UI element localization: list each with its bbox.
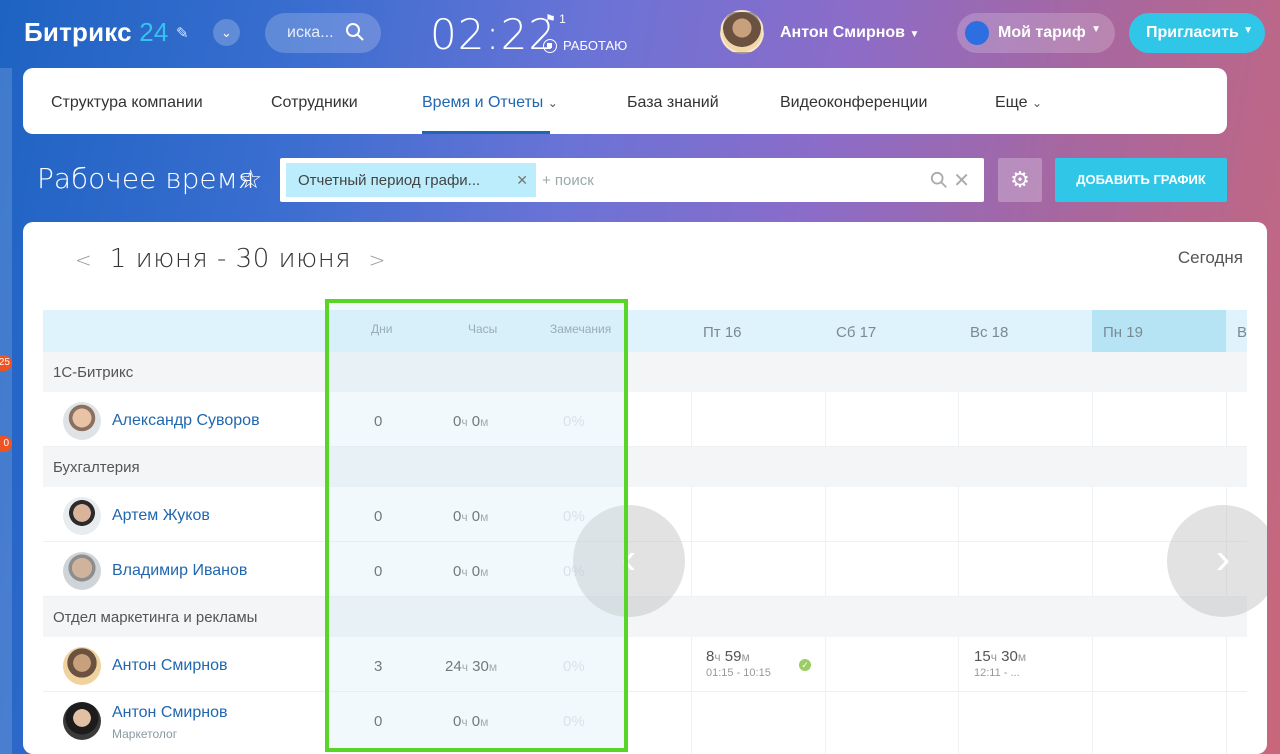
department-row: Бухгалтерия: [43, 447, 1247, 487]
nav-label: Еще: [995, 94, 1028, 111]
work-clock[interactable]: 02:22: [430, 10, 556, 59]
day-header: Вс 18: [970, 324, 1009, 341]
employee-name-link[interactable]: Антон Смирнов: [112, 657, 227, 675]
day-header: Пт 16: [703, 324, 742, 341]
today-button[interactable]: Сегодня: [1178, 248, 1243, 268]
portal-menu-chevron-icon[interactable]: ⌄: [213, 19, 240, 46]
day-cell-hours[interactable]: 15ч 30м: [974, 648, 1026, 665]
employee-row: Антон Смирнов 3 24ч 30м 0% 8ч 59м 01:15 …: [43, 637, 1247, 692]
nav-item-knowledge-base[interactable]: База знаний: [627, 94, 719, 112]
minutes-unit: м: [1017, 650, 1027, 664]
stop-icon: [543, 38, 557, 53]
flag-count: 1: [559, 12, 566, 26]
active-tab-underline: [422, 131, 550, 134]
avatar[interactable]: [63, 647, 101, 685]
chevron-down-icon: ▼: [909, 29, 920, 40]
avatar[interactable]: [63, 497, 101, 535]
day-header: Пн 19: [1103, 324, 1143, 341]
day-header: В: [1237, 324, 1248, 341]
user-avatar[interactable]: [720, 10, 764, 54]
department-name: Бухгалтерия: [53, 459, 140, 476]
filter-search-input[interactable]: + поиск: [542, 172, 594, 189]
user-menu[interactable]: Антон Смирнов ▼: [780, 24, 919, 42]
nav-item-company-structure[interactable]: Структура компании: [51, 94, 203, 112]
filter-chip[interactable]: Отчетный период графи... ✕: [286, 163, 536, 197]
chevron-down-icon: ⌄: [1032, 96, 1043, 110]
page-title: Рабочее время: [37, 162, 255, 195]
add-schedule-button[interactable]: ДОБАВИТЬ ГРАФИК: [1055, 158, 1227, 202]
chevron-down-icon: ▼: [1091, 24, 1101, 35]
tariff-label: Мой тариф: [998, 24, 1086, 41]
search-placeholder: иска...: [287, 24, 334, 41]
nav-item-employees[interactable]: Сотрудники: [271, 94, 358, 112]
search-icon: [346, 23, 364, 41]
employee-name-link[interactable]: Владимир Иванов: [112, 562, 247, 580]
cell-hours: 15: [974, 648, 991, 665]
hours-unit: ч: [990, 650, 997, 664]
day-cell-hours[interactable]: 8ч 59м: [706, 648, 750, 665]
period-label: 1 июня - 30 июня: [109, 244, 352, 274]
cell-minutes: 30: [1001, 648, 1018, 665]
department-name: Отдел маркетинга и рекламы: [53, 609, 258, 626]
nav-item-video-conferences[interactable]: Видеоконференции: [780, 94, 927, 112]
briefcase-icon: [965, 21, 989, 45]
approved-check-icon: ✓: [799, 659, 811, 671]
scroll-right-arrow-icon[interactable]: ›: [1167, 505, 1267, 617]
cell-minutes: 59: [724, 648, 742, 665]
avatar[interactable]: [63, 702, 101, 740]
top-navigation: Структура компании Сотрудники Время и От…: [23, 68, 1227, 134]
close-icon[interactable]: ✕: [516, 172, 528, 189]
department-name: 1С-Битрикс: [53, 364, 134, 381]
employee-row: Александр Суворов 0 0ч 0м 0%: [43, 392, 1247, 447]
chevron-down-icon: ⌄: [547, 96, 558, 110]
filter-chip-label: Отчетный период графи...: [298, 172, 481, 189]
tariff-button[interactable]: Мой тариф ▼: [957, 13, 1115, 53]
logo-number: 24: [139, 17, 169, 47]
work-status-label: РАБОТАЮ: [563, 38, 628, 53]
day-cell-range: 12:11 - ...: [974, 667, 1020, 679]
employee-position: Маркетолог: [112, 727, 178, 741]
employee-name-link[interactable]: Антон Смирнов: [112, 704, 227, 722]
department-row: 1С-Битрикс: [43, 352, 1247, 392]
search-icon[interactable]: [930, 171, 948, 189]
work-status[interactable]: РАБОТАЮ: [543, 38, 627, 53]
hours-unit: ч: [714, 650, 721, 664]
edit-logo-pencil-icon[interactable]: ✎: [176, 24, 194, 42]
invite-label: Пригласить: [1146, 24, 1239, 41]
settings-gear-icon[interactable]: ⚙: [998, 158, 1042, 202]
header-search[interactable]: иска...: [265, 13, 381, 53]
period-selector: < 1 июня - 30 июня >: [75, 244, 386, 274]
grid-header: Дни Часы Замечания Пт 16 Сб 17 Вс 18 Пн …: [43, 310, 1247, 352]
day-header: Сб 17: [836, 324, 877, 341]
logo-text: Битрикс: [24, 17, 132, 47]
favorite-star-icon[interactable]: ☆: [239, 164, 262, 195]
nav-item-time-reports[interactable]: Время и Отчеты ⌄: [422, 94, 558, 112]
employee-row: Антон Смирнов Маркетолог 0 0ч 0м 0%: [43, 692, 1247, 747]
minutes-unit: м: [741, 650, 750, 664]
bitrix24-logo[interactable]: Битрикс 24: [24, 17, 169, 48]
flag-icon: ⚑: [545, 12, 556, 26]
avatar[interactable]: [63, 402, 101, 440]
nav-label: Время и Отчеты: [422, 94, 544, 111]
clear-icon[interactable]: ✕: [953, 168, 970, 193]
worktime-report-card: < 1 июня - 30 июня > Сегодня Дни Часы За…: [23, 222, 1267, 754]
user-name: Антон Смирнов: [780, 24, 905, 41]
summary-columns-highlight: [325, 299, 628, 752]
nav-item-more[interactable]: Еще ⌄: [995, 94, 1042, 112]
day-cell-range: 01:15 - 10:15: [706, 667, 771, 679]
left-menu-strip[interactable]: [0, 68, 12, 754]
task-flag[interactable]: ⚑ 1: [545, 12, 566, 26]
invite-button[interactable]: Пригласить ▼: [1129, 13, 1265, 53]
employee-name-link[interactable]: Артем Жуков: [112, 507, 210, 525]
prev-period-icon[interactable]: <: [75, 248, 92, 272]
avatar[interactable]: [63, 552, 101, 590]
chevron-down-icon: ▼: [1243, 25, 1253, 36]
employee-name-link[interactable]: Александр Суворов: [112, 412, 260, 430]
next-period-icon[interactable]: >: [369, 248, 386, 272]
filter-search-bar[interactable]: Отчетный период графи... ✕ + поиск ✕: [280, 158, 984, 202]
